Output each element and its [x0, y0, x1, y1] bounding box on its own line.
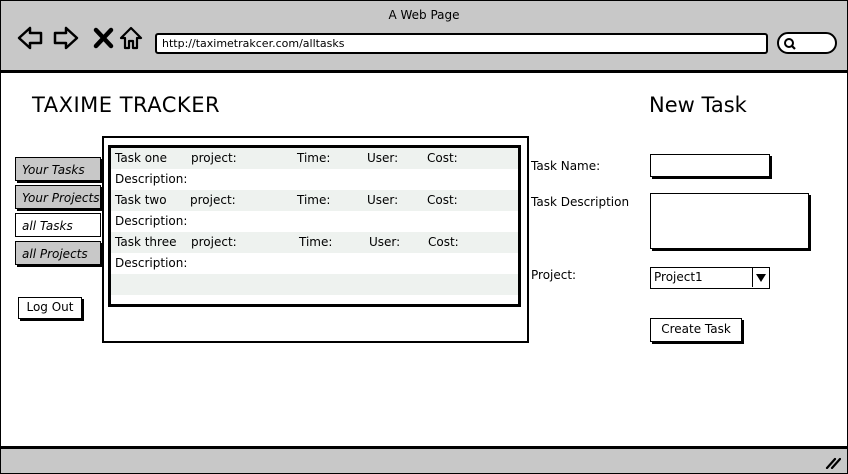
address-bar[interactable]: http://taximetrakcer.com/alltasks	[155, 33, 768, 54]
task-user: User:	[367, 193, 399, 207]
new-task-heading: New Task	[649, 93, 747, 117]
project-select[interactable]: Project1	[650, 267, 770, 289]
task-description-row: Description:	[111, 169, 518, 190]
task-row[interactable]: Task three project: Time: User: Cost:	[111, 232, 518, 253]
task-description: Description:	[115, 172, 188, 186]
status-bar	[1, 446, 847, 473]
task-project: project:	[191, 235, 237, 249]
task-row[interactable]: Task one project: Time: User: Cost:	[111, 148, 518, 169]
create-task-button[interactable]: Create Task	[650, 318, 742, 342]
task-row[interactable]: Task two project: Time: User: Cost:	[111, 190, 518, 211]
project-selected-value: Project1	[654, 270, 703, 284]
task-list: Task one project: Time: User: Cost: Desc…	[108, 145, 521, 307]
task-name-input[interactable]	[650, 154, 770, 177]
logout-button[interactable]: Log Out	[18, 297, 82, 319]
resize-grip-icon[interactable]	[825, 455, 841, 469]
dropdown-caret-icon[interactable]	[752, 268, 769, 287]
task-description-row: Description:	[111, 211, 518, 232]
task-name: Task one	[115, 151, 168, 165]
window-title: A Web Page	[388, 8, 460, 22]
task-description: Description:	[115, 256, 188, 270]
tab-all-projects[interactable]: all Projects	[15, 241, 101, 265]
task-name-label: Task Name:	[531, 159, 601, 173]
tab-all-tasks[interactable]: all Tasks	[15, 213, 101, 237]
project-label: Project:	[531, 268, 577, 282]
task-project: project:	[191, 151, 237, 165]
close-stop-icon[interactable]	[91, 25, 117, 51]
task-name: Task two	[115, 193, 167, 207]
task-time: Time:	[297, 193, 331, 207]
task-cost: Cost:	[427, 151, 458, 165]
task-project: project:	[190, 193, 236, 207]
task-description-label: Task Description	[531, 195, 630, 209]
browser-window: A Web Page http://taximetrakcer.com/allt…	[0, 0, 848, 474]
task-user: User:	[367, 151, 399, 165]
task-description: Description:	[115, 214, 188, 228]
task-cost: Cost:	[427, 193, 458, 207]
task-description-row: Description:	[111, 253, 518, 274]
home-icon[interactable]	[118, 25, 144, 51]
browser-toolbar: A Web Page http://taximetrakcer.com/allt…	[1, 1, 847, 73]
empty-row	[111, 274, 518, 295]
browser-search-field[interactable]	[777, 32, 837, 54]
task-time: Time:	[297, 151, 331, 165]
task-name: Task three	[115, 235, 177, 249]
app-title: TAXIME TRACKER	[32, 93, 221, 117]
task-user: User:	[369, 235, 401, 249]
tab-your-tasks[interactable]: Your Tasks	[15, 157, 101, 181]
forward-arrow-icon[interactable]	[53, 25, 79, 51]
task-cost: Cost:	[428, 235, 459, 249]
search-icon	[784, 38, 796, 50]
task-description-input[interactable]	[650, 193, 809, 249]
back-arrow-icon[interactable]	[17, 25, 43, 51]
tab-your-projects[interactable]: Your Projects	[15, 185, 101, 209]
task-time: Time:	[299, 235, 333, 249]
